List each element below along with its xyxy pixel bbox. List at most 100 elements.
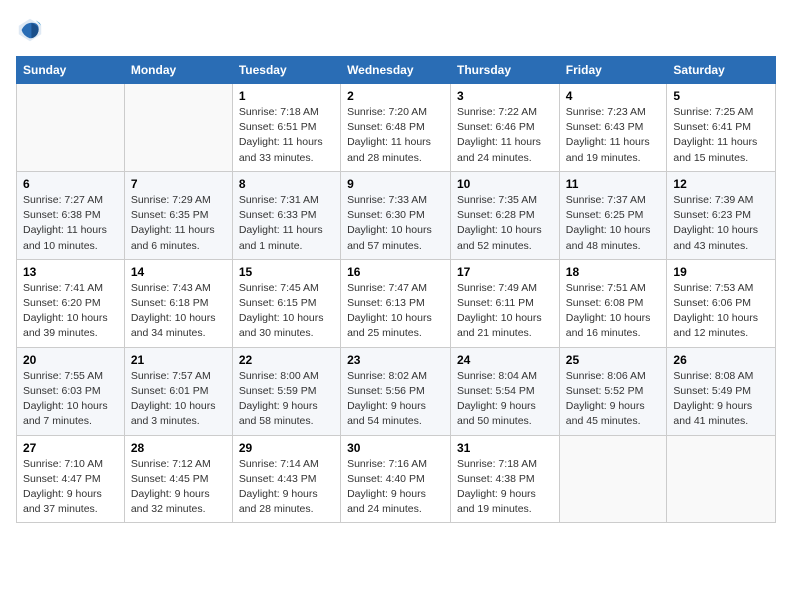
day-number: 20: [23, 353, 118, 367]
day-cell: 16Sunrise: 7:47 AM Sunset: 6:13 PM Dayli…: [341, 259, 451, 347]
day-detail: Sunrise: 7:49 AM Sunset: 6:11 PM Dayligh…: [457, 281, 553, 342]
logo: [16, 16, 48, 44]
day-number: 3: [457, 89, 553, 103]
day-number: 16: [347, 265, 444, 279]
day-cell: 6 Sunrise: 7:27 AM Sunset: 6:38 PM Daylig…: [17, 171, 125, 259]
day-cell: 29 Sunrise: 7:14 AM Sunset: 4:43 PM Dayli…: [232, 435, 340, 523]
day-cell: 8 Sunrise: 7:31 AM Sunset: 6:33 PM Daylig…: [232, 171, 340, 259]
day-detail: Sunrise: 7:39 AM Sunset: 6:23 PM Dayligh…: [673, 193, 769, 254]
week-row-5: 27 Sunrise: 7:10 AM Sunset: 4:47 PM Dayli…: [17, 435, 776, 523]
day-detail: Sunrise: 7:18 AM Sunset: 6:51 PM Dayligh…: [239, 105, 334, 166]
day-cell: 18 Sunrise: 7:51 AM Sunset: 6:08 PM Dayli…: [559, 259, 667, 347]
day-header-friday: Friday: [559, 57, 667, 84]
day-detail: Sunrise: 7:55 AM Sunset: 6:03 PM Dayligh…: [23, 369, 118, 430]
week-row-4: 20 Sunrise: 7:55 AM Sunset: 6:03 PM Dayli…: [17, 347, 776, 435]
week-row-3: 13 Sunrise: 7:41 AM Sunset: 6:20 PM Dayli…: [17, 259, 776, 347]
day-number: 8: [239, 177, 334, 191]
day-cell: 10Sunrise: 7:35 AM Sunset: 6:28 PM Dayli…: [451, 171, 560, 259]
day-number: 30: [347, 441, 444, 455]
day-header-wednesday: Wednesday: [341, 57, 451, 84]
day-number: 23: [347, 353, 444, 367]
day-detail: Sunrise: 7:41 AM Sunset: 6:20 PM Dayligh…: [23, 281, 118, 342]
day-detail: Sunrise: 8:08 AM Sunset: 5:49 PM Dayligh…: [673, 369, 769, 430]
day-number: 18: [566, 265, 661, 279]
day-number: 19: [673, 265, 769, 279]
day-detail: Sunrise: 7:12 AM Sunset: 4:45 PM Dayligh…: [131, 457, 226, 518]
day-number: 26: [673, 353, 769, 367]
day-number: 12: [673, 177, 769, 191]
day-detail: Sunrise: 8:04 AM Sunset: 5:54 PM Dayligh…: [457, 369, 553, 430]
day-detail: Sunrise: 7:14 AM Sunset: 4:43 PM Dayligh…: [239, 457, 334, 518]
day-detail: Sunrise: 7:25 AM Sunset: 6:41 PM Dayligh…: [673, 105, 769, 166]
day-number: 22: [239, 353, 334, 367]
day-number: 10: [457, 177, 553, 191]
day-cell: [559, 435, 667, 523]
day-cell: 1 Sunrise: 7:18 AM Sunset: 6:51 PM Daylig…: [232, 84, 340, 172]
day-cell: 11 Sunrise: 7:37 AM Sunset: 6:25 PM Dayli…: [559, 171, 667, 259]
day-cell: 5 Sunrise: 7:25 AM Sunset: 6:41 PM Daylig…: [667, 84, 776, 172]
day-cell: 15 Sunrise: 7:45 AM Sunset: 6:15 PM Dayli…: [232, 259, 340, 347]
day-cell: 28Sunrise: 7:12 AM Sunset: 4:45 PM Dayli…: [124, 435, 232, 523]
day-detail: Sunrise: 7:22 AM Sunset: 6:46 PM Dayligh…: [457, 105, 553, 166]
day-number: 15: [239, 265, 334, 279]
day-detail: Sunrise: 7:10 AM Sunset: 4:47 PM Dayligh…: [23, 457, 118, 518]
day-number: 29: [239, 441, 334, 455]
day-detail: Sunrise: 7:16 AM Sunset: 4:40 PM Dayligh…: [347, 457, 444, 518]
day-number: 27: [23, 441, 118, 455]
day-number: 6: [23, 177, 118, 191]
day-cell: 13 Sunrise: 7:41 AM Sunset: 6:20 PM Dayli…: [17, 259, 125, 347]
day-cell: 14 Sunrise: 7:43 AM Sunset: 6:18 PM Dayli…: [124, 259, 232, 347]
day-detail: Sunrise: 8:06 AM Sunset: 5:52 PM Dayligh…: [566, 369, 661, 430]
day-detail: Sunrise: 7:53 AM Sunset: 6:06 PM Dayligh…: [673, 281, 769, 342]
day-cell: 23 Sunrise: 8:02 AM Sunset: 5:56 PM Dayli…: [341, 347, 451, 435]
day-number: 4: [566, 89, 661, 103]
day-cell: 26 Sunrise: 8:08 AM Sunset: 5:49 PM Dayli…: [667, 347, 776, 435]
day-cell: 3 Sunrise: 7:22 AM Sunset: 6:46 PM Daylig…: [451, 84, 560, 172]
day-number: 14: [131, 265, 226, 279]
day-detail: Sunrise: 7:31 AM Sunset: 6:33 PM Dayligh…: [239, 193, 334, 254]
day-number: 11: [566, 177, 661, 191]
day-cell: 19 Sunrise: 7:53 AM Sunset: 6:06 PM Dayli…: [667, 259, 776, 347]
day-number: 31: [457, 441, 553, 455]
day-number: 9: [347, 177, 444, 191]
day-detail: Sunrise: 7:23 AM Sunset: 6:43 PM Dayligh…: [566, 105, 661, 166]
day-detail: Sunrise: 7:27 AM Sunset: 6:38 PM Dayligh…: [23, 193, 118, 254]
day-detail: Sunrise: 7:37 AM Sunset: 6:25 PM Dayligh…: [566, 193, 661, 254]
day-cell: 25 Sunrise: 8:06 AM Sunset: 5:52 PM Dayli…: [559, 347, 667, 435]
day-cell: [124, 84, 232, 172]
day-cell: 12 Sunrise: 7:39 AM Sunset: 6:23 PM Dayli…: [667, 171, 776, 259]
week-row-1: 1 Sunrise: 7:18 AM Sunset: 6:51 PM Daylig…: [17, 84, 776, 172]
day-number: 1: [239, 89, 334, 103]
calendar-table: SundayMondayTuesdayWednesdayThursdayFrid…: [16, 56, 776, 523]
day-number: 24: [457, 353, 553, 367]
day-detail: Sunrise: 7:51 AM Sunset: 6:08 PM Dayligh…: [566, 281, 661, 342]
day-detail: Sunrise: 7:43 AM Sunset: 6:18 PM Dayligh…: [131, 281, 226, 342]
day-detail: Sunrise: 7:29 AM Sunset: 6:35 PM Dayligh…: [131, 193, 226, 254]
day-cell: 7Sunrise: 7:29 AM Sunset: 6:35 PM Daylig…: [124, 171, 232, 259]
day-number: 25: [566, 353, 661, 367]
day-cell: 17 Sunrise: 7:49 AM Sunset: 6:11 PM Dayli…: [451, 259, 560, 347]
day-detail: Sunrise: 8:00 AM Sunset: 5:59 PM Dayligh…: [239, 369, 334, 430]
day-number: 2: [347, 89, 444, 103]
day-number: 21: [131, 353, 226, 367]
day-detail: Sunrise: 7:45 AM Sunset: 6:15 PM Dayligh…: [239, 281, 334, 342]
days-header-row: SundayMondayTuesdayWednesdayThursdayFrid…: [17, 57, 776, 84]
day-number: 17: [457, 265, 553, 279]
day-cell: [667, 435, 776, 523]
day-detail: Sunrise: 7:20 AM Sunset: 6:48 PM Dayligh…: [347, 105, 444, 166]
day-number: 13: [23, 265, 118, 279]
day-detail: Sunrise: 8:02 AM Sunset: 5:56 PM Dayligh…: [347, 369, 444, 430]
day-header-thursday: Thursday: [451, 57, 560, 84]
day-cell: [17, 84, 125, 172]
day-cell: 27 Sunrise: 7:10 AM Sunset: 4:47 PM Dayli…: [17, 435, 125, 523]
day-cell: 31Sunrise: 7:18 AM Sunset: 4:38 PM Dayli…: [451, 435, 560, 523]
day-number: 5: [673, 89, 769, 103]
day-header-monday: Monday: [124, 57, 232, 84]
day-detail: Sunrise: 7:57 AM Sunset: 6:01 PM Dayligh…: [131, 369, 226, 430]
logo-icon: [16, 16, 44, 44]
page-header: [16, 16, 776, 44]
week-row-2: 6 Sunrise: 7:27 AM Sunset: 6:38 PM Daylig…: [17, 171, 776, 259]
day-cell: 22 Sunrise: 8:00 AM Sunset: 5:59 PM Dayli…: [232, 347, 340, 435]
day-cell: 9Sunrise: 7:33 AM Sunset: 6:30 PM Daylig…: [341, 171, 451, 259]
day-cell: 24 Sunrise: 8:04 AM Sunset: 5:54 PM Dayli…: [451, 347, 560, 435]
